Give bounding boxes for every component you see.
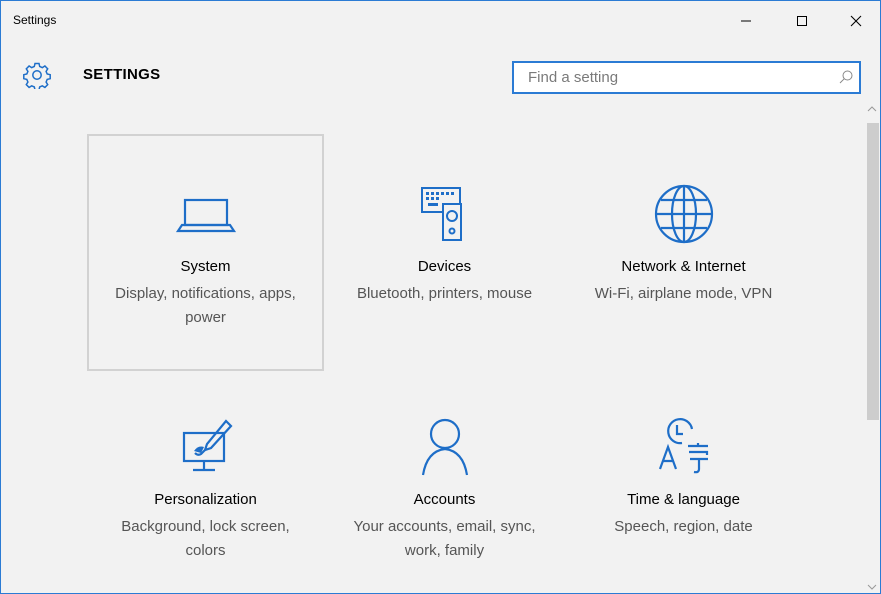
vertical-scrollbar[interactable] bbox=[863, 101, 880, 593]
scroll-up-icon[interactable] bbox=[867, 105, 877, 113]
title-bar[interactable]: Settings bbox=[1, 1, 880, 41]
settings-header: SETTINGS bbox=[1, 41, 880, 101]
category-label: System bbox=[180, 258, 231, 275]
maximize-button[interactable] bbox=[779, 1, 825, 41]
globe-icon bbox=[654, 184, 713, 244]
category-accounts[interactable]: Accounts Your accounts, email, sync, wor… bbox=[326, 367, 563, 593]
time-language-icon bbox=[658, 418, 708, 474]
category-label: Devices bbox=[417, 258, 472, 275]
category-description: Your accounts, email, sync, work, family bbox=[353, 518, 536, 559]
category-label: Time & language bbox=[627, 491, 740, 508]
minimize-button[interactable] bbox=[723, 1, 769, 41]
search-box[interactable] bbox=[512, 61, 861, 94]
category-network-internet[interactable]: Network & Internet Wi-Fi, airplane mode,… bbox=[565, 134, 802, 371]
category-label: Network & Internet bbox=[621, 258, 746, 275]
close-button[interactable] bbox=[833, 1, 879, 41]
personalization-icon bbox=[182, 419, 233, 472]
category-description: Bluetooth, printers, mouse bbox=[356, 285, 533, 302]
category-system[interactable]: System Display, notifications, apps, pow… bbox=[87, 134, 324, 371]
category-description: Speech, region, date bbox=[614, 518, 753, 535]
settings-window: Settings SETTINGS Find a setting System … bbox=[0, 0, 881, 594]
category-description: Wi-Fi, airplane mode, VPN bbox=[594, 285, 773, 302]
scrollbar-thumb[interactable] bbox=[867, 123, 879, 420]
maximize-icon bbox=[797, 16, 807, 26]
devices-icon bbox=[420, 187, 462, 241]
category-description: Background, lock screen, colors bbox=[121, 518, 290, 559]
category-label: Accounts bbox=[413, 491, 476, 508]
minimize-icon bbox=[741, 20, 751, 22]
category-description: Display, notifications, apps, power bbox=[115, 285, 296, 326]
category-label: Personalization bbox=[154, 491, 257, 508]
category-time-language[interactable]: Time & language Speech, region, date bbox=[565, 367, 802, 593]
page-title: SETTINGS bbox=[83, 66, 161, 83]
category-devices[interactable]: Devices Bluetooth, printers, mouse bbox=[326, 134, 563, 371]
category-personalization[interactable]: Personalization Background, lock screen,… bbox=[87, 367, 324, 593]
laptop-icon bbox=[175, 198, 236, 233]
search-input[interactable] bbox=[514, 63, 824, 92]
close-icon bbox=[850, 15, 862, 27]
scroll-down-icon[interactable] bbox=[867, 583, 877, 591]
gear-icon bbox=[23, 62, 51, 89]
person-icon bbox=[421, 418, 468, 476]
window-title: Settings bbox=[13, 13, 57, 27]
search-icon[interactable] bbox=[838, 69, 854, 85]
